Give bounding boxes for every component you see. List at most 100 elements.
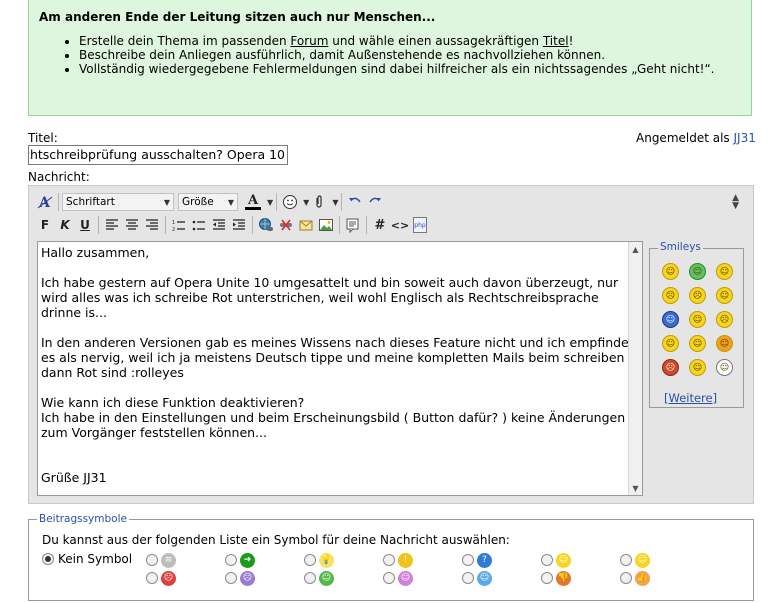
eek2-icon[interactable]: ☺ [716, 359, 733, 376]
indent-icon[interactable] [229, 215, 249, 235]
post-icon-option-tongue[interactable]: ☺ [383, 570, 462, 586]
post-icon-radio[interactable] [620, 572, 632, 584]
toolbar-row-2: F K U 12 # <> php [35, 215, 430, 235]
cool-icon: ☺ [556, 552, 571, 568]
align-right-icon[interactable] [142, 215, 162, 235]
cry-icon[interactable]: ☹ [662, 359, 679, 376]
scroll-down-icon[interactable]: ▼ [629, 481, 642, 495]
underline-button[interactable]: U [75, 215, 95, 235]
no-icon-option[interactable]: Kein Symbol [42, 552, 132, 566]
post-icon-option-thumbs-up[interactable]: 👍 [620, 570, 699, 586]
question-icon: ? [477, 552, 492, 568]
resize-toggle-icon[interactable]: ▲ ▼ [732, 194, 739, 211]
scroll-up-icon[interactable]: ▲ [629, 242, 642, 256]
post-icon-option-document[interactable]: ≡ [146, 552, 225, 568]
email-icon[interactable] [296, 215, 316, 235]
post-icon-option-thumbs-down[interactable]: 👎 [541, 570, 620, 586]
link-icon[interactable] [256, 215, 276, 235]
post-icon-radio[interactable] [462, 554, 474, 566]
devil-icon[interactable]: ☺ [716, 335, 733, 352]
biggrin-icon[interactable]: ☺ [662, 335, 679, 352]
wink-icon[interactable]: ☺ [716, 263, 733, 280]
attach-icon[interactable] [309, 192, 329, 212]
font-select[interactable]: Schriftart ▼ [62, 193, 174, 211]
frown-icon[interactable]: ☹ [662, 287, 679, 304]
code-button[interactable]: <> [390, 215, 410, 235]
notice-item: Erstelle dein Thema im passenden Forum u… [79, 34, 741, 48]
remove-format-icon[interactable]: A [35, 192, 55, 212]
redface-icon[interactable]: ☺ [689, 359, 706, 376]
post-icon-option-angry[interactable]: ☹ [146, 570, 225, 586]
notice-box: Am anderen Ende der Leitung sitzen auch … [28, 0, 752, 116]
thumbs-up-icon: 👍 [635, 570, 650, 586]
no-icon-radio[interactable] [42, 553, 54, 565]
title-link[interactable]: Titel [543, 34, 569, 48]
post-icon-radio[interactable] [225, 554, 237, 566]
angry-icon: ☹ [161, 570, 176, 586]
align-center-icon[interactable] [122, 215, 142, 235]
message-paragraph: In den anderen Versionen gab es meines W… [41, 335, 629, 380]
bold-button[interactable]: F [35, 215, 55, 235]
more-smileys-link[interactable]: [Weitere] [664, 391, 717, 405]
message-label: Nachricht: [28, 170, 90, 184]
smile-icon[interactable]: ☺ [662, 263, 679, 280]
forum-link[interactable]: Forum [290, 34, 328, 48]
post-icon-option-sad[interactable]: ☹ [225, 570, 304, 586]
confused-icon[interactable]: ☹ [689, 287, 706, 304]
text-color-icon[interactable]: A [242, 192, 264, 212]
post-icon-radio[interactable] [462, 572, 474, 584]
mad-icon[interactable]: ☹ [716, 311, 733, 328]
post-icon-option-smile[interactable]: ☺ [620, 552, 699, 568]
post-icon-option-warning[interactable]: ! [383, 552, 462, 568]
ordered-list-icon[interactable]: 12 [169, 215, 189, 235]
tongue-icon: ☺ [398, 570, 413, 586]
rolleyes-icon[interactable]: ☺ [689, 335, 706, 352]
cool-icon[interactable]: ☺ [716, 287, 733, 304]
post-icon-option-question[interactable]: ? [462, 552, 541, 568]
post-icon-radio[interactable] [304, 554, 316, 566]
undo-icon[interactable] [345, 192, 365, 212]
title-input[interactable]: Rechtschreibprüfung ausschalten? Opera 1… [28, 145, 288, 165]
lightbulb-icon: 💡 [319, 552, 334, 568]
post-icon-radio[interactable] [620, 554, 632, 566]
post-icon-option-lightbulb[interactable]: 💡 [304, 552, 383, 568]
notice-heading: Am anderen Ende der Leitung sitzen auch … [39, 10, 436, 24]
attach-dropdown-icon[interactable]: ▼ [332, 198, 338, 207]
image-icon[interactable] [316, 215, 336, 235]
post-icons-legend: Beitragssymbole [37, 513, 129, 525]
post-icon-radio[interactable] [146, 554, 158, 566]
post-icon-option-arrow[interactable]: ➜ [225, 552, 304, 568]
size-select[interactable]: Größe ▼ [178, 193, 238, 211]
post-icon-radio[interactable] [383, 554, 395, 566]
post-icon-radio[interactable] [225, 572, 237, 584]
redo-icon[interactable] [365, 192, 385, 212]
post-icon-option-wink[interactable]: ☺ [462, 570, 541, 586]
svg-text:1: 1 [172, 220, 175, 226]
color-dropdown-icon[interactable]: ▼ [267, 198, 273, 207]
post-icon-radio[interactable] [304, 572, 316, 584]
title-label: Titel: [28, 131, 58, 145]
post-icon-option-cool[interactable]: ☺ [541, 552, 620, 568]
eek-icon[interactable]: ☺ [689, 311, 706, 328]
post-icon-radio[interactable] [541, 554, 553, 566]
unlink-icon[interactable] [276, 215, 296, 235]
align-left-icon[interactable] [102, 215, 122, 235]
post-icon-radio[interactable] [146, 572, 158, 584]
user-link[interactable]: JJ31 [734, 131, 756, 145]
post-icon-option-biggrin[interactable]: ☺ [304, 570, 383, 586]
thumbs-down-icon: 👎 [556, 570, 571, 586]
italic-button[interactable]: K [55, 215, 75, 235]
hash-button[interactable]: # [370, 215, 390, 235]
php-icon[interactable]: php [410, 215, 430, 235]
grin-icon[interactable]: ☺ [689, 263, 706, 280]
post-icon-radio[interactable] [541, 572, 553, 584]
outdent-icon[interactable] [209, 215, 229, 235]
notice-item: Vollständig wiedergegebene Fehlermeldung… [79, 62, 741, 76]
message-textarea[interactable]: Hallo zusammen, Ich habe gestern auf Ope… [37, 241, 643, 496]
message-scrollbar[interactable]: ▲ ▼ [628, 242, 642, 495]
unordered-list-icon[interactable] [189, 215, 209, 235]
tongue-icon[interactable]: ☺ [662, 311, 679, 328]
post-icon-radio[interactable] [383, 572, 395, 584]
smiley-menu-icon[interactable] [280, 192, 300, 212]
quote-icon[interactable] [343, 215, 363, 235]
